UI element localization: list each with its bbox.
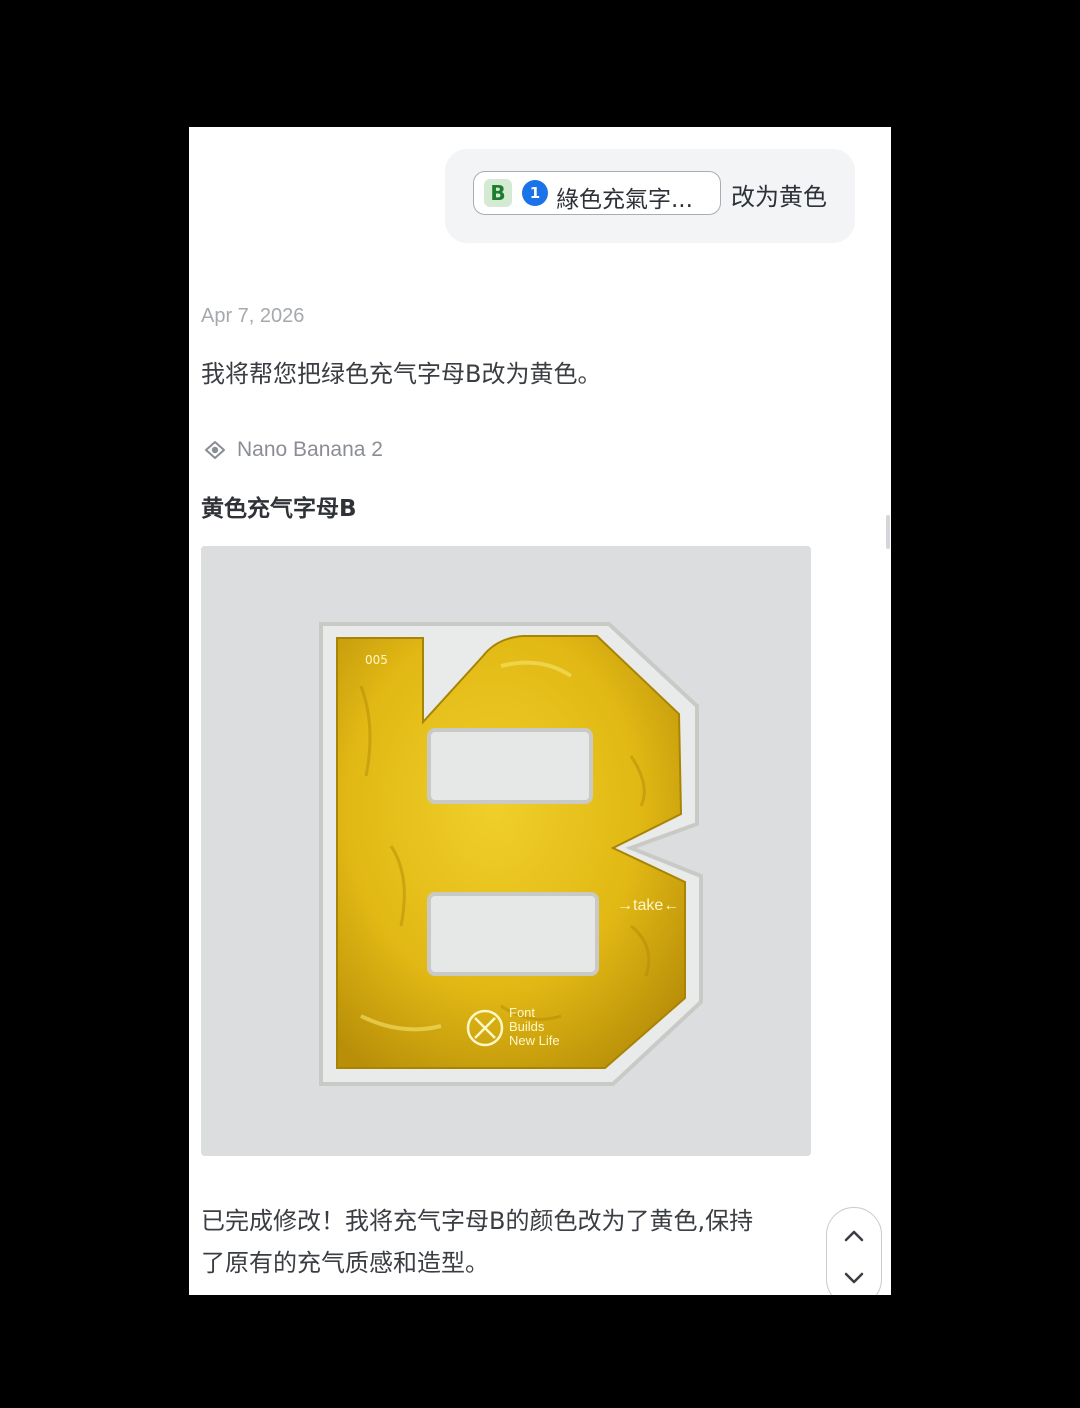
user-message-bubble: B 1 綠色充氣字... 改为黄色: [445, 149, 855, 243]
chat-panel: B 1 綠色充氣字... 改为黄色 Apr 7, 2026 我将帮您把绿色充气字…: [189, 127, 891, 1295]
image-badge-line-1: Font: [509, 1005, 535, 1020]
image-card-title: 黄色充气字母B: [201, 496, 357, 522]
attachment-index-badge: 1: [522, 180, 548, 206]
assistant-reply-final-line-1: 已完成修改！我将充气字母B的颜色改为了黄色,保持: [201, 1207, 754, 1235]
user-message-text: 改为黄色: [731, 183, 827, 211]
scroll-navigation: [826, 1207, 882, 1295]
eye-icon: [205, 441, 225, 459]
image-tag-take: →take←: [617, 897, 679, 914]
attachment-chip[interactable]: B 1 綠色充氣字...: [473, 171, 721, 215]
attachment-thumbnail: B: [484, 179, 512, 207]
chevron-up-icon: [844, 1230, 864, 1242]
attachment-label: 綠色充氣字...: [556, 187, 693, 213]
generated-image[interactable]: 005 →take← Font Builds New Life: [201, 546, 811, 1156]
scroll-up-button[interactable]: [827, 1216, 881, 1256]
scrollbar-thumb[interactable]: [886, 515, 890, 549]
assistant-reply-intro: 我将帮您把绿色充气字母B改为黄色。: [201, 360, 602, 388]
assistant-reply-final: 已完成修改！我将充气字母B的颜色改为了黄色,保持 了原有的充气质感和造型。: [201, 1200, 801, 1284]
assistant-reply-final-line-2: 了原有的充气质感和造型。: [201, 1249, 489, 1277]
model-name: Nano Banana 2: [237, 438, 383, 461]
message-date: Apr 7, 2026: [201, 305, 305, 327]
scroll-down-button[interactable]: [827, 1258, 881, 1295]
chevron-down-icon: [844, 1272, 864, 1284]
image-badge-line-3: New Life: [509, 1033, 560, 1048]
image-tag-number: 005: [365, 653, 388, 667]
inflatable-letter-b-image: 005 →take← Font Builds New Life: [201, 546, 811, 1156]
image-badge-line-2: Builds: [509, 1019, 545, 1034]
